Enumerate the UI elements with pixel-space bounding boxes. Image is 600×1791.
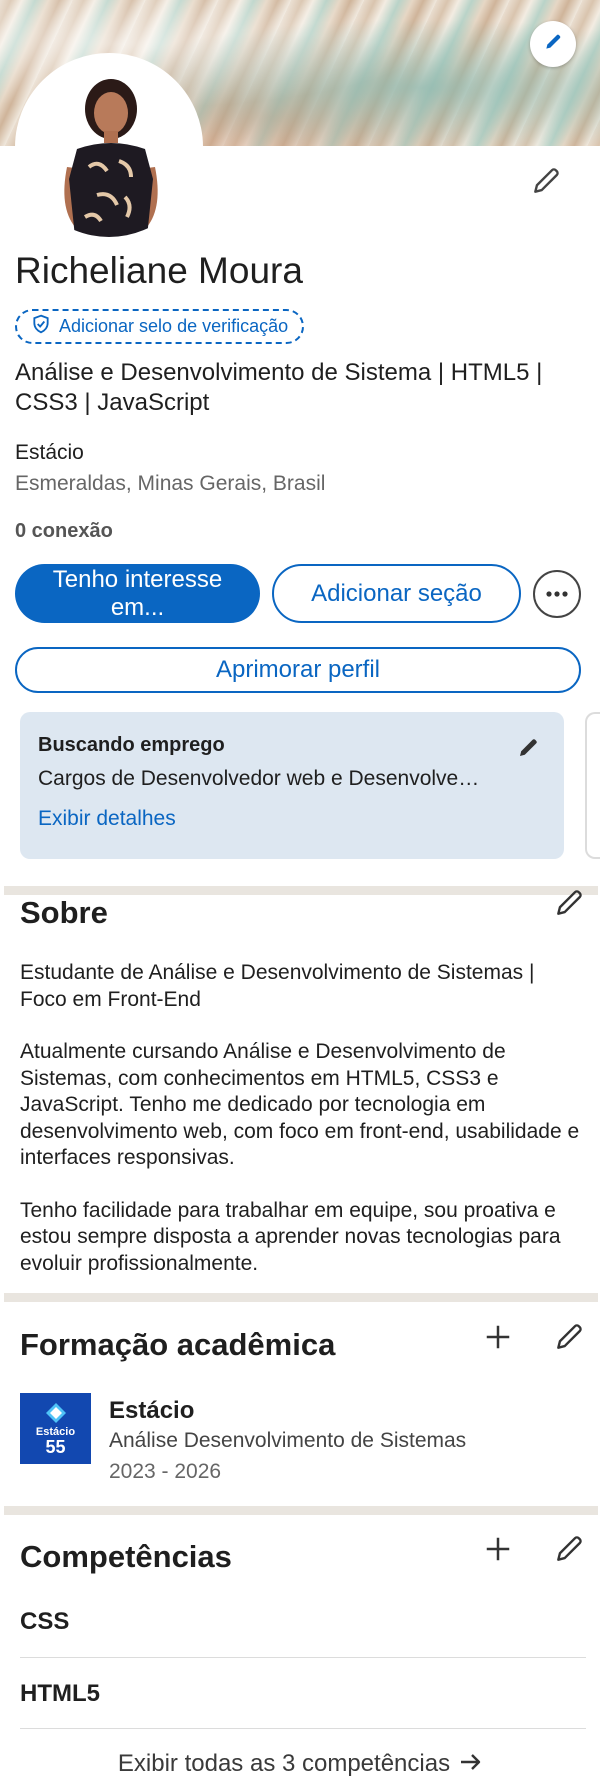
pencil-icon [530,168,562,201]
about-paragraph: Estudante de Análise e Desenvolvimento d… [20,961,535,1011]
about-paragraph: Tenho facilidade para trabalhar em equip… [20,1198,561,1275]
shield-check-icon [31,314,51,339]
about-title: Sobre [20,895,108,930]
skills-title: Competências [20,1539,232,1574]
edit-education-button[interactable] [552,1322,586,1356]
pencil-icon [553,1321,585,1358]
section-divider [4,1506,598,1515]
school-logo-number: 55 [45,1436,66,1457]
edit-banner-button[interactable] [530,21,576,67]
edit-open-to-work-button[interactable] [516,736,542,762]
section-divider [4,886,598,895]
degree-name: Análise Desenvolvimento de Sistemas [109,1429,467,1452]
skill-divider [20,1728,586,1729]
more-actions-button[interactable] [533,570,581,618]
school-name[interactable]: Estácio [109,1397,194,1425]
pencil-icon [543,32,563,57]
profile-headline: Análise e Desenvolvimento de Sistema | H… [15,359,543,416]
edit-about-button[interactable] [552,888,586,922]
ellipsis-icon [545,585,569,603]
connections-count[interactable]: 0 conexão [15,520,113,543]
open-to-work-title: Buscando emprego [38,734,225,756]
school-logo-text: Estácio [35,1425,76,1438]
education-title: Formação acadêmica [20,1327,336,1362]
education-years: 2023 - 2026 [109,1460,222,1483]
pencil-icon [516,739,540,764]
about-text: Estudante de Análise e Desenvolvimento d… [20,960,580,1303]
skill-item[interactable]: CSS [20,1608,69,1636]
plus-icon [483,1534,513,1569]
next-card-peek[interactable] [585,712,600,859]
arrow-right-icon [460,1750,482,1778]
open-to-work-description: Cargos de Desenvolvedor web e Desenvolve… [38,767,480,790]
add-section-button[interactable]: Adicionar seção [272,564,521,623]
open-to-button[interactable]: Tenho interesse em... [15,564,260,623]
add-verification-badge-button[interactable]: Adicionar selo de verificação [15,309,305,344]
improve-profile-button[interactable]: Aprimorar perfil [15,647,581,693]
show-all-skills-label: Exibir todas as 3 competências [117,1750,451,1777]
pencil-icon [553,1533,585,1570]
school-logo[interactable]: Estácio 55 [20,1393,91,1464]
skill-divider [20,1657,586,1658]
add-skill-button[interactable] [481,1534,515,1568]
section-divider [4,1293,598,1302]
diamond-icon [45,1402,66,1423]
skill-item[interactable]: HTML5 [20,1680,100,1708]
avatar[interactable] [15,53,203,241]
profile-company[interactable]: Estácio [15,441,84,465]
add-education-button[interactable] [481,1322,515,1356]
plus-icon [483,1322,513,1357]
pencil-icon [553,887,585,924]
edit-profile-button[interactable] [530,165,564,199]
profile-name: Richeliane Moura [15,250,303,291]
profile-location: Esmeraldas, Minas Gerais, Brasil [15,472,326,495]
edit-skills-button[interactable] [552,1534,586,1568]
about-paragraph: Atualmente cursando Análise e Desenvolvi… [20,1040,580,1169]
verification-label: Adicionar selo de verificação [59,316,289,336]
show-all-skills-link[interactable]: Exibir todas as 3 competências [0,1750,600,1778]
open-to-work-card[interactable]: Buscando emprego Cargos de Desenvolvedor… [20,712,564,859]
show-details-link[interactable]: Exibir detalhes [38,807,546,831]
